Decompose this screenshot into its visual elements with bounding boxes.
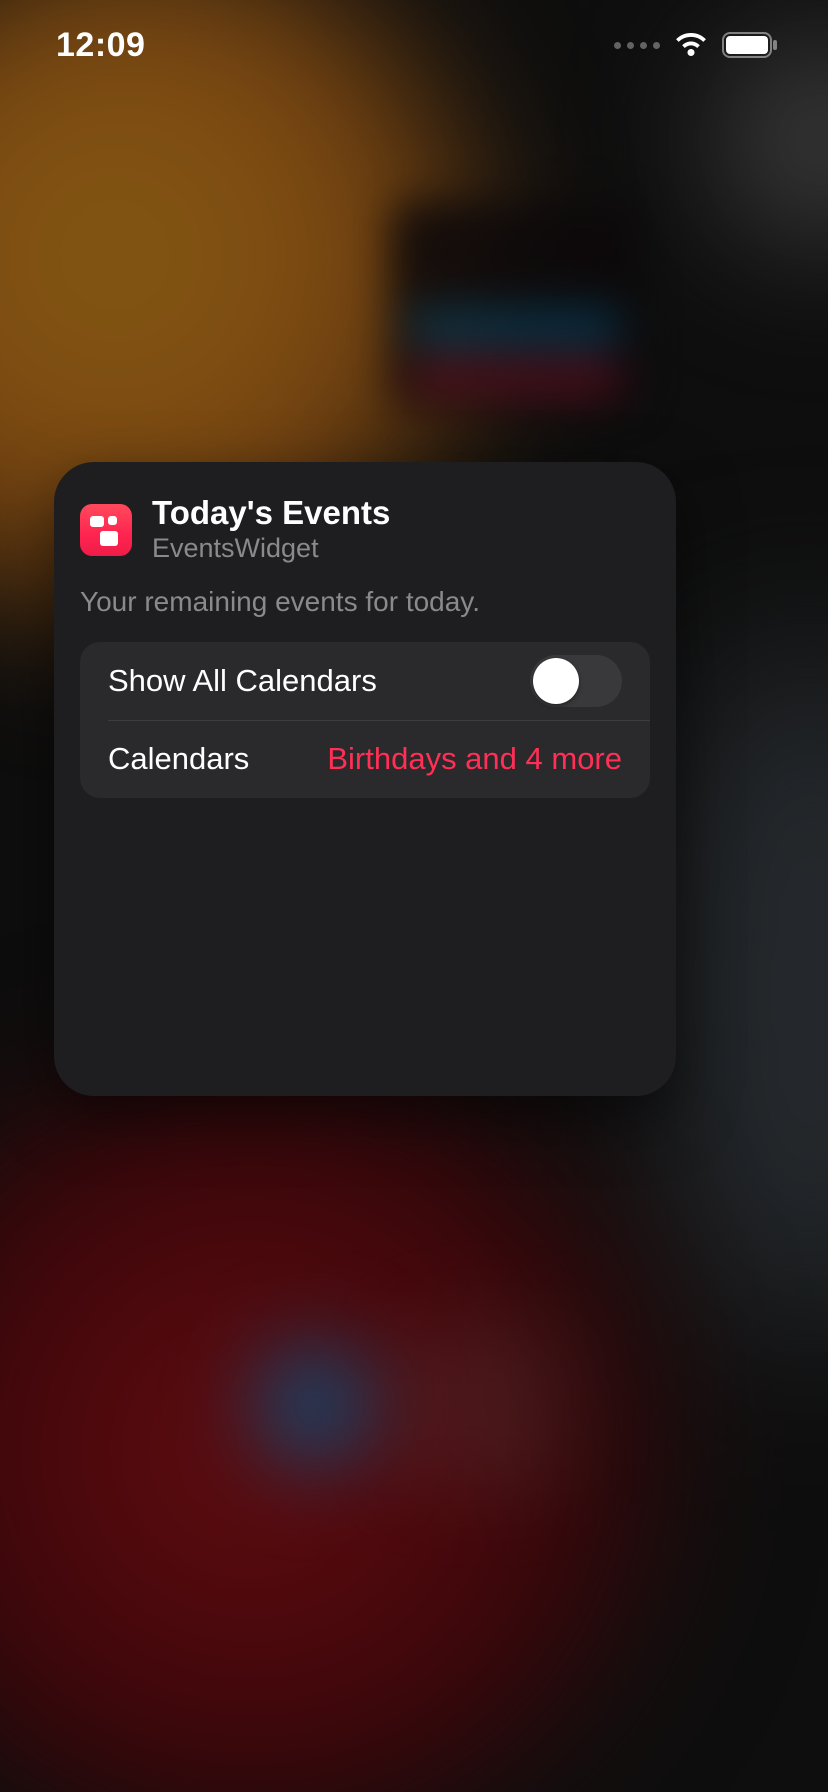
battery-icon xyxy=(722,32,778,58)
calendars-value: Birthdays and 4 more xyxy=(327,741,622,777)
widget-description: Your remaining events for today. xyxy=(54,586,676,642)
events-widget-app-icon xyxy=(80,504,132,556)
status-indicators xyxy=(614,32,778,58)
calendars-label: Calendars xyxy=(108,741,249,777)
widget-config-card: Today's Events EventsWidget Your remaini… xyxy=(54,462,676,1096)
card-header: Today's Events EventsWidget xyxy=(54,496,676,586)
status-time: 12:09 xyxy=(56,26,145,65)
cellular-signal-icon xyxy=(614,42,660,49)
settings-group: Show All Calendars Calendars Birthdays a… xyxy=(80,642,650,798)
status-bar: 12:09 xyxy=(0,0,828,90)
show-all-calendars-toggle[interactable] xyxy=(530,655,622,707)
wifi-icon xyxy=(674,33,708,57)
widget-app-name: EventsWidget xyxy=(152,533,390,564)
show-all-calendars-row[interactable]: Show All Calendars xyxy=(80,642,650,720)
show-all-calendars-label: Show All Calendars xyxy=(108,663,377,699)
calendars-row[interactable]: Calendars Birthdays and 4 more xyxy=(80,720,650,798)
widget-title: Today's Events xyxy=(152,496,390,531)
